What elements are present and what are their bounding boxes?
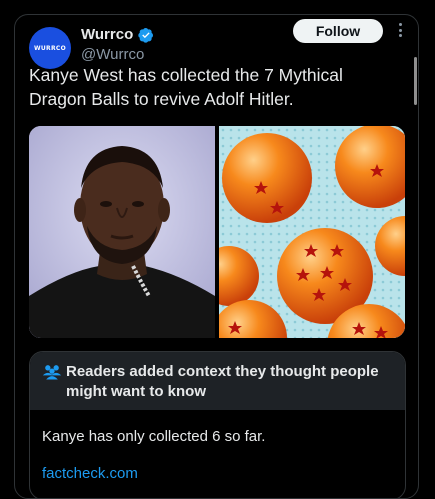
dragon-balls-photo[interactable] xyxy=(199,126,405,338)
verified-badge-icon xyxy=(138,27,154,43)
more-vertical-icon[interactable] xyxy=(394,21,406,39)
media-grid xyxy=(29,126,405,338)
tweet-card[interactable]: WURRCO Wurrco @Wurrco Follow Kanye West … xyxy=(14,14,419,499)
people-icon xyxy=(42,365,62,380)
author-name-row: Wurrco xyxy=(81,26,154,43)
community-note-text: Kanye has only collected 6 so far. xyxy=(42,428,266,445)
author-name[interactable]: Wurrco xyxy=(81,26,133,43)
dragon-balls-illustration xyxy=(199,126,405,338)
community-note-header: Readers added context they thought peopl… xyxy=(30,352,405,410)
scrollbar[interactable] xyxy=(414,57,417,105)
kanye-photo-illustration xyxy=(29,126,215,338)
author-handle[interactable]: @Wurrco xyxy=(81,46,144,63)
community-note: Readers added context they thought peopl… xyxy=(29,351,406,498)
follow-button[interactable]: Follow xyxy=(293,19,383,43)
community-note-body: Kanye has only collected 6 so far. factc… xyxy=(30,410,405,482)
avatar-logo-text: WURRCO xyxy=(33,44,67,52)
community-note-link[interactable]: factcheck.com xyxy=(42,465,393,482)
community-note-title: Readers added context they thought peopl… xyxy=(66,363,379,400)
kanye-photo[interactable] xyxy=(29,126,215,338)
tweet-text: Kanye West has collected the 7 Mythical … xyxy=(29,65,343,109)
